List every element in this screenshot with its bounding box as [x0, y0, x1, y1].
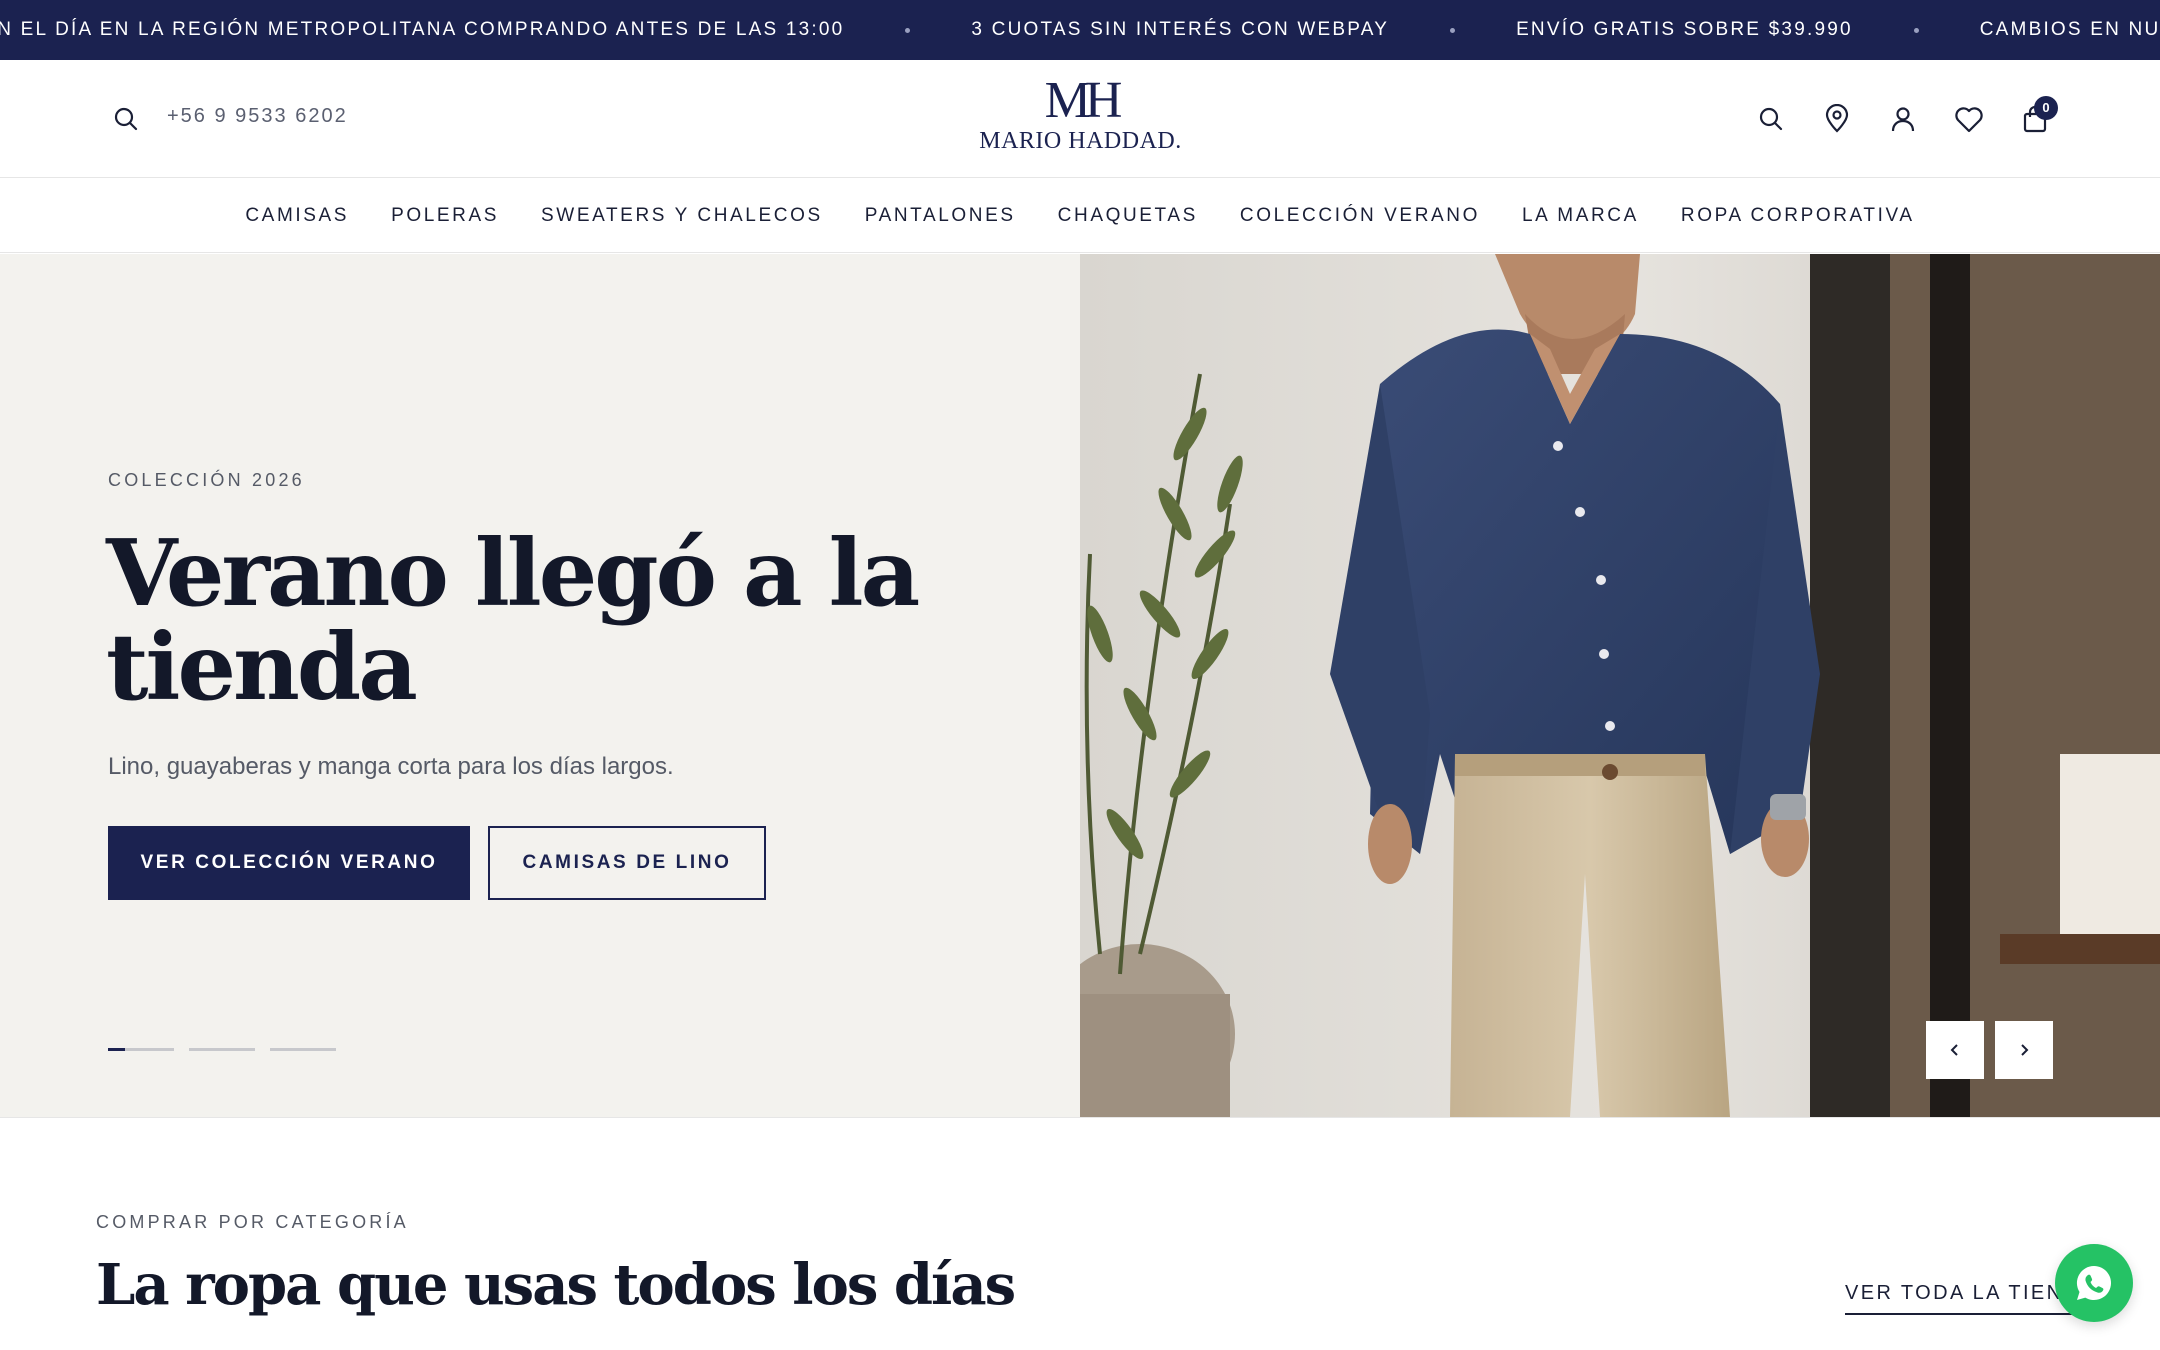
phone-link[interactable]: +56 9 9533 6202 — [167, 105, 348, 128]
nav-item-camisas[interactable]: CAMISAS — [245, 205, 349, 227]
nav-item-pantalones[interactable]: PANTALONES — [865, 205, 1016, 227]
main-nav: CAMISAS POLERAS SWEATERS Y CHALECOS PANT… — [0, 179, 2160, 253]
site-header: +56 9 9533 6202 MH MARIO HADDAD. — [0, 60, 2160, 178]
logo-name: MARIO HADDAD. — [979, 128, 1182, 154]
nav-item-ropa-corporativa[interactable]: ROPA CORPORATIVA — [1681, 205, 1915, 227]
hero-image — [1080, 254, 2160, 1117]
slide-indicator[interactable] — [108, 1048, 174, 1051]
announcement-separator — [1913, 27, 1919, 33]
slide-indicator[interactable] — [189, 1048, 255, 1051]
next-slide-button[interactable] — [1995, 1021, 2053, 1079]
announcement-bar: HO EN EL DÍA EN LA REGIÓN METROPOLITANA … — [0, 0, 2160, 60]
nav-item-la-marca[interactable]: LA MARCA — [1522, 205, 1639, 227]
nav-item-poleras[interactable]: POLERAS — [391, 205, 499, 227]
announcement-item: ENVÍO GRATIS SOBRE $39.990 — [1516, 19, 1853, 40]
search-icon[interactable] — [1754, 102, 1788, 136]
slide-progress — [108, 1048, 125, 1051]
nav-item-coleccion-verano[interactable]: COLECCIÓN VERANO — [1240, 205, 1480, 227]
whatsapp-icon — [2076, 1265, 2112, 1300]
nav-list: CAMISAS POLERAS SWEATERS Y CHALECOS PANT… — [0, 179, 2160, 253]
header-actions — [1754, 102, 2054, 136]
search-icon[interactable] — [112, 105, 140, 133]
announcement-separator — [1450, 27, 1456, 33]
logo-monogram: MH — [1044, 72, 1123, 129]
hero-title-line: tienda — [106, 613, 418, 721]
slide-indicator[interactable] — [270, 1048, 336, 1051]
previous-slide-button[interactable] — [1926, 1021, 1984, 1079]
nav-item-sweaters-y-chalecos[interactable]: SWEATERS Y CHALECOS — [541, 205, 823, 227]
section-title: La ropa que usas todos los días — [96, 1252, 1016, 1318]
nav-item-chaquetas[interactable]: CHAQUETAS — [1058, 205, 1198, 227]
hero-kicker: COLECCIÓN 2026 — [108, 470, 305, 490]
hero-title: Verano llegó a la tienda — [106, 526, 1006, 714]
announcement-separator — [905, 27, 911, 33]
whatsapp-button[interactable] — [2055, 1244, 2133, 1322]
hero-slider: COLECCIÓN 2026 Verano llegó a la tienda … — [0, 254, 2160, 1118]
linen-shirts-button[interactable]: CAMISAS DE LINO — [488, 826, 766, 900]
heart-icon[interactable] — [1952, 102, 1986, 136]
section-kicker: COMPRAR POR CATEGORÍA — [96, 1212, 409, 1232]
hero-title-line: Verano llegó a la — [106, 519, 920, 627]
cart-count-badge: 0 — [2034, 96, 2058, 120]
announcement-item: CAMBIOS EN NUE — [1979, 19, 2160, 40]
announcement-item: HO EN EL DÍA EN LA REGIÓN METROPOLITANA … — [0, 19, 845, 40]
announcement-item: 3 CUOTAS SIN INTERÉS CON WEBPAY — [971, 19, 1390, 40]
user-icon[interactable] — [1886, 102, 1920, 136]
view-summer-collection-button[interactable]: VER COLECCIÓN VERANO — [108, 826, 470, 900]
hero-subtitle: Lino, guayaberas y manga corta para los … — [108, 753, 674, 780]
location-pin-icon[interactable] — [1820, 102, 1854, 136]
brand-logo[interactable]: MH MARIO HADDAD. — [978, 72, 1183, 164]
announcement-track: HO EN EL DÍA EN LA REGIÓN METROPOLITANA … — [0, 0, 2160, 60]
